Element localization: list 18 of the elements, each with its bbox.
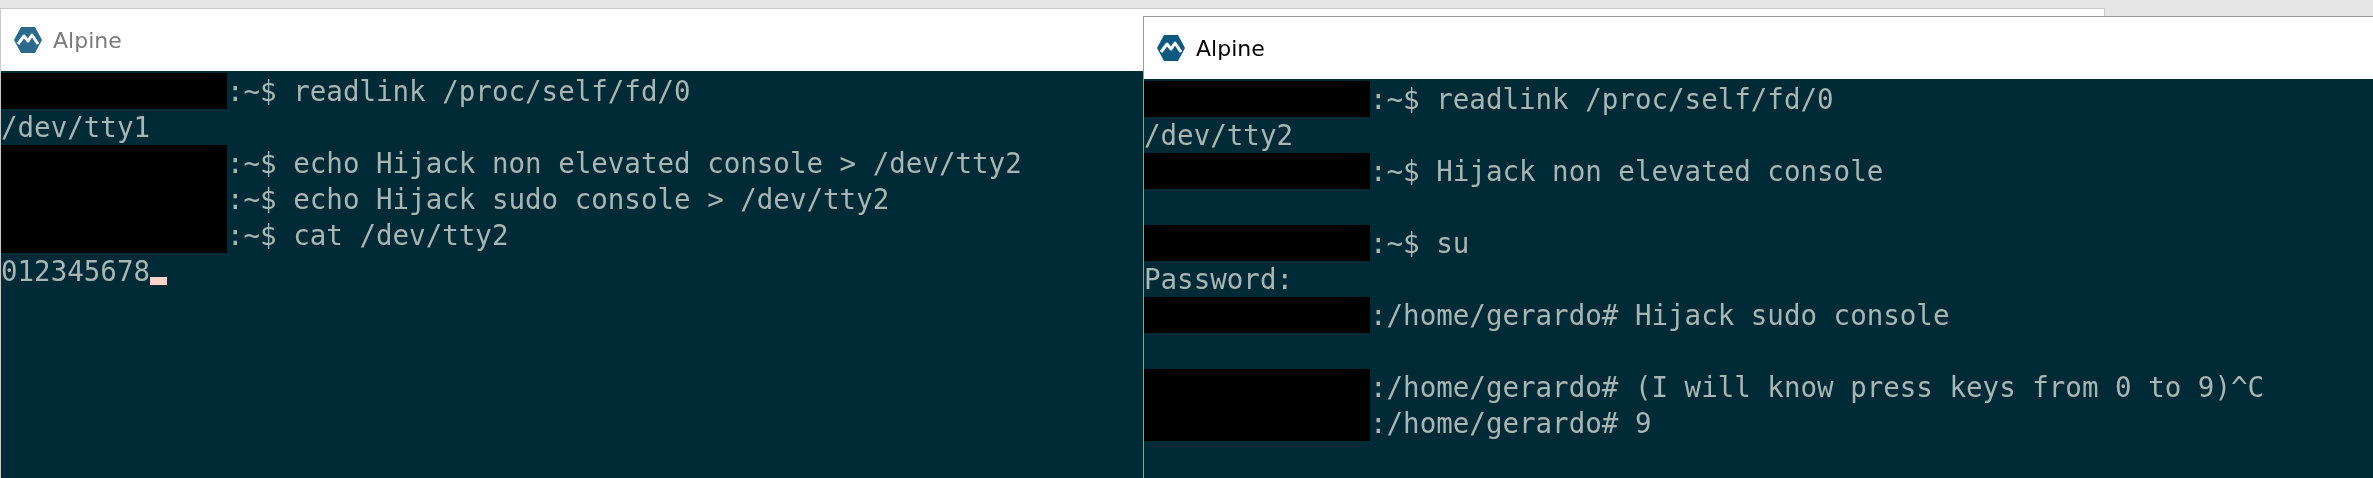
terminal-line: :~$ readlink /proc/self/fd/0: [1370, 83, 1834, 115]
mountain-logo-icon: [1156, 34, 1186, 62]
terminal-output: 012345678: [1, 255, 150, 287]
terminal-line: :~$ echo Hijack non elevated console > /dev/tty2: [227, 147, 1022, 179]
terminal-line: :/home/gerardo# Hijack sudo console: [1370, 299, 1950, 331]
terminal-output: /dev/tty2: [1144, 119, 1293, 151]
mountain-logo-icon: [13, 26, 43, 54]
terminal-line: :~$ su: [1370, 227, 1470, 259]
terminal-line: :/home/gerardo# 9: [1370, 407, 1652, 439]
terminal-line: :/home/gerardo# (I will know press keys from 0 to 9)^C: [1370, 371, 2265, 403]
terminal-line: :~$ Hijack non elevated console: [1370, 155, 1884, 187]
terminal-line: :~$ readlink /proc/self/fd/0: [227, 75, 691, 107]
terminal-line: :~$ echo Hijack sudo console > /dev/tty2: [227, 183, 890, 215]
window-title: Alpine: [1196, 35, 1265, 61]
window-title: Alpine: [53, 27, 122, 53]
terminal-output: Password:: [1144, 263, 1293, 295]
terminal-line: :~$ cat /dev/tty2: [227, 219, 509, 251]
terminal-output: /dev/tty1: [1, 111, 150, 143]
